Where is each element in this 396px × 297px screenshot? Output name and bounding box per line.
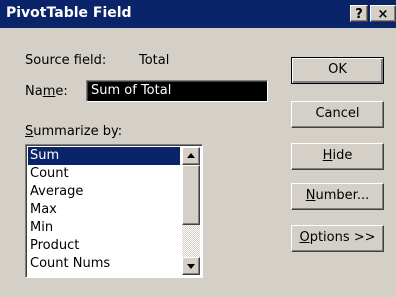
source-field-label: Source field: [25, 53, 107, 68]
summarize-label-rest: ummarize by: [33, 124, 123, 139]
help-button[interactable]: ? [350, 5, 368, 22]
list-item-min[interactable]: Min [28, 219, 180, 237]
scroll-thumb[interactable] [182, 165, 200, 225]
number-rest: umber... [315, 188, 370, 203]
options-rest: ptions >> [309, 230, 376, 245]
list-item-count-nums[interactable]: Count Nums [28, 255, 180, 273]
hide-button[interactable]: Hide [291, 143, 384, 170]
close-icon: × [377, 7, 389, 22]
name-label-accel: m [42, 84, 56, 99]
name-label-pre: Na [25, 84, 43, 99]
list-item-sum[interactable]: Sum [28, 147, 180, 165]
arrow-down-icon [187, 264, 195, 269]
hide-accel: H [322, 148, 333, 163]
window-title: PivotTable Field [6, 5, 132, 21]
name-label: Name: [25, 84, 68, 99]
list-item-count[interactable]: Count [28, 165, 180, 183]
number-button[interactable]: Number... [291, 183, 384, 210]
list-scrollbar[interactable] [182, 147, 200, 275]
list-item-average[interactable]: Average [28, 183, 180, 201]
name-label-post: e: [55, 84, 68, 99]
title-bar: PivotTable Field ? × [0, 0, 396, 28]
arrow-up-icon [187, 153, 195, 158]
cancel-button[interactable]: Cancel [291, 101, 384, 128]
help-icon: ? [355, 7, 363, 22]
scroll-down-button[interactable] [182, 257, 200, 275]
source-field-value: Total [139, 53, 170, 68]
list-item-product[interactable]: Product [28, 237, 180, 255]
hide-rest: ide [332, 148, 353, 163]
number-accel: N [305, 188, 316, 203]
list-item-max[interactable]: Max [28, 201, 180, 219]
summarize-listbox[interactable]: Sum Count Average Max Min Product Count … [25, 144, 203, 278]
close-button[interactable]: × [370, 5, 396, 22]
ok-button[interactable]: OK [291, 57, 384, 84]
summarize-items: Sum Count Average Max Min Product Count … [28, 147, 180, 273]
options-button[interactable]: Options >> [291, 225, 384, 252]
options-accel: O [299, 230, 310, 245]
name-input[interactable]: Sum of Total [86, 80, 268, 102]
summarize-label: Summarize by: [25, 124, 122, 139]
scroll-up-button[interactable] [182, 147, 200, 165]
